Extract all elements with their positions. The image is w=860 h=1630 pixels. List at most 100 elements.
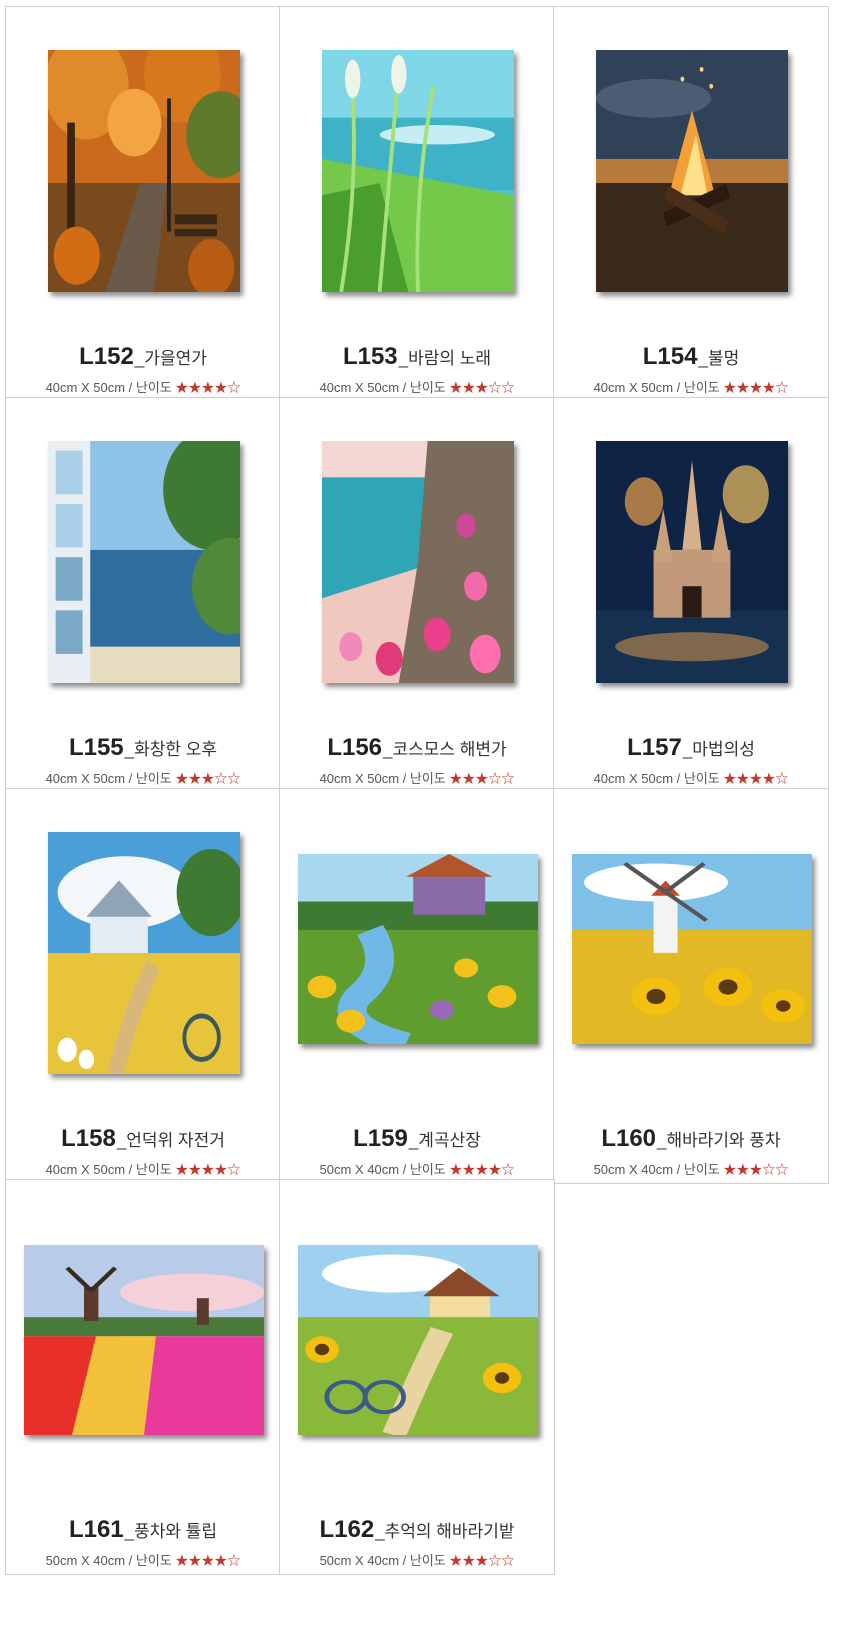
product-title[interactable]: L156_코스모스 해변가 <box>280 734 554 762</box>
difficulty-stars: ★★★☆☆ <box>449 380 515 395</box>
product-name: _언덕위 자전거 <box>116 1131 225 1150</box>
difficulty-label: 난이도 <box>409 380 446 395</box>
product-title[interactable]: L160_해바라기와 풍차 <box>554 1125 828 1153</box>
product-meta: 50cm X 40cm / 난이도 ★★★★☆ <box>45 1553 241 1568</box>
difficulty-label: 난이도 <box>135 1162 172 1177</box>
difficulty-label: 난이도 <box>135 771 172 786</box>
sunflower-path-painting[interactable] <box>298 1245 538 1435</box>
product-size: 50cm X 40cm <box>319 1162 400 1177</box>
difficulty-stars: ★★★★☆ <box>723 380 789 395</box>
castle-fireworks-painting[interactable] <box>596 441 788 683</box>
difficulty-label: 난이도 <box>683 1162 720 1177</box>
product-card[interactable]: L154_불멍 40cm X 50cm / 난이도 ★★★★☆ <box>553 6 829 402</box>
product-name: _화창한 오후 <box>124 740 218 759</box>
product-code: L161 <box>68 1516 124 1543</box>
product-card[interactable]: L155_화창한 오후 40cm X 50cm / 난이도 ★★★☆☆ <box>5 397 281 793</box>
product-card[interactable]: L157_마법의성 40cm X 50cm / 난이도 ★★★★☆ <box>553 397 829 793</box>
window-sea-painting[interactable] <box>48 441 240 683</box>
product-name: _가을연가 <box>134 349 207 368</box>
product-code: L162 <box>319 1516 375 1543</box>
valley-cabin-painting[interactable] <box>298 854 538 1044</box>
product-card[interactable]: L160_해바라기와 풍차 50cm X 40cm / 난이도 ★★★☆☆ <box>553 788 829 1184</box>
product-title[interactable]: L161_풍차와 튤립 <box>6 1516 280 1544</box>
tulip-windmill-painting[interactable] <box>24 1245 264 1435</box>
product-size: 40cm X 50cm <box>319 771 400 786</box>
product-size: 40cm X 50cm <box>593 771 674 786</box>
product-meta: 40cm X 50cm / 난이도 ★★★☆☆ <box>319 771 515 786</box>
product-meta: 40cm X 50cm / 난이도 ★★★★☆ <box>593 771 789 786</box>
product-card[interactable]: L153_바람의 노래 40cm X 50cm / 난이도 ★★★☆☆ <box>279 6 555 402</box>
product-code: L158 <box>61 1125 116 1152</box>
product-name: _바람의 노래 <box>398 349 492 368</box>
autumn-park-painting[interactable] <box>48 50 240 292</box>
product-code: L157 <box>627 734 682 761</box>
product-size: 40cm X 50cm <box>45 1162 126 1177</box>
product-code: L153 <box>342 343 398 370</box>
product-name: _마법의성 <box>682 740 755 759</box>
product-code: L155 <box>68 734 124 761</box>
difficulty-label: 난이도 <box>409 1553 446 1568</box>
product-meta: 50cm X 40cm / 난이도 ★★★☆☆ <box>319 1553 515 1568</box>
difficulty-label: 난이도 <box>683 380 720 395</box>
product-code: L159 <box>353 1125 408 1152</box>
product-size: 40cm X 50cm <box>45 771 126 786</box>
product-grid: L152_가을연가 40cm X 50cm / 난이도 ★★★★☆ L153_바람… <box>0 0 860 1630</box>
product-title[interactable]: L155_화창한 오후 <box>6 734 280 762</box>
product-card[interactable]: L161_풍차와 튤립 50cm X 40cm / 난이도 ★★★★☆ <box>5 1179 281 1575</box>
product-code: L154 <box>642 343 698 370</box>
product-card[interactable]: L152_가을연가 40cm X 50cm / 난이도 ★★★★☆ <box>5 6 281 402</box>
sunflower-windmill-painting[interactable] <box>572 854 812 1044</box>
product-title[interactable]: L162_추억의 해바라기밭 <box>280 1516 554 1544</box>
difficulty-stars: ★★★☆☆ <box>449 771 515 786</box>
product-title[interactable]: L152_가을연가 <box>6 343 280 371</box>
product-meta: 40cm X 50cm / 난이도 ★★★★☆ <box>45 1162 241 1177</box>
product-name: _불멍 <box>698 349 740 368</box>
product-size: 50cm X 40cm <box>593 1162 674 1177</box>
seaside-grass-painting[interactable] <box>322 50 514 292</box>
product-title[interactable]: L158_언덕위 자전거 <box>6 1125 280 1153</box>
product-title[interactable]: L157_마법의성 <box>554 734 828 762</box>
difficulty-stars: ★★★★☆ <box>175 380 241 395</box>
product-card[interactable]: L162_추억의 해바라기밭 50cm X 40cm / 난이도 ★★★☆☆ <box>279 1179 555 1575</box>
product-meta: 40cm X 50cm / 난이도 ★★★★☆ <box>593 380 789 395</box>
product-card[interactable]: L159_계곡산장 50cm X 40cm / 난이도 ★★★★☆ <box>279 788 555 1184</box>
cosmos-beach-painting[interactable] <box>322 441 514 683</box>
product-size: 40cm X 50cm <box>45 380 126 395</box>
campfire-painting[interactable] <box>596 50 788 292</box>
difficulty-label: 난이도 <box>135 1553 172 1568</box>
product-size: 40cm X 50cm <box>593 380 674 395</box>
product-size: 40cm X 50cm <box>319 380 400 395</box>
product-name: _풍차와 튤립 <box>124 1522 218 1541</box>
product-title[interactable]: L153_바람의 노래 <box>280 343 554 371</box>
difficulty-stars: ★★★☆☆ <box>449 1553 515 1568</box>
product-card[interactable]: L156_코스모스 해변가 40cm X 50cm / 난이도 ★★★☆☆ <box>279 397 555 793</box>
product-meta: 40cm X 50cm / 난이도 ★★★★☆ <box>45 380 241 395</box>
product-name: _코스모스 해변가 <box>383 740 507 759</box>
product-name: _계곡산장 <box>408 1131 481 1150</box>
product-title[interactable]: L154_불멍 <box>554 343 828 371</box>
product-size: 50cm X 40cm <box>319 1553 400 1568</box>
product-card[interactable]: L158_언덕위 자전거 40cm X 50cm / 난이도 ★★★★☆ <box>5 788 281 1184</box>
product-code: L156 <box>327 734 383 761</box>
product-size: 50cm X 40cm <box>45 1553 126 1568</box>
product-meta: 50cm X 40cm / 난이도 ★★★★☆ <box>319 1162 515 1177</box>
difficulty-stars: ★★★★☆ <box>175 1553 241 1568</box>
difficulty-stars: ★★★★☆ <box>175 1162 241 1177</box>
hill-bicycle-painting[interactable] <box>48 832 240 1074</box>
difficulty-stars: ★★★★☆ <box>449 1162 515 1177</box>
product-code: L152 <box>79 343 134 370</box>
difficulty-stars: ★★★★☆ <box>723 771 789 786</box>
product-meta: 40cm X 50cm / 난이도 ★★★☆☆ <box>319 380 515 395</box>
product-meta: 40cm X 50cm / 난이도 ★★★☆☆ <box>45 771 241 786</box>
product-meta: 50cm X 40cm / 난이도 ★★★☆☆ <box>593 1162 789 1177</box>
difficulty-label: 난이도 <box>135 380 172 395</box>
difficulty-label: 난이도 <box>683 771 720 786</box>
product-name: _추억의 해바라기밭 <box>375 1522 515 1541</box>
difficulty-stars: ★★★☆☆ <box>175 771 241 786</box>
difficulty-label: 난이도 <box>409 1162 446 1177</box>
product-code: L160 <box>601 1125 657 1152</box>
product-title[interactable]: L159_계곡산장 <box>280 1125 554 1153</box>
difficulty-stars: ★★★☆☆ <box>723 1162 789 1177</box>
product-name: _해바라기와 풍차 <box>657 1131 781 1150</box>
difficulty-label: 난이도 <box>409 771 446 786</box>
